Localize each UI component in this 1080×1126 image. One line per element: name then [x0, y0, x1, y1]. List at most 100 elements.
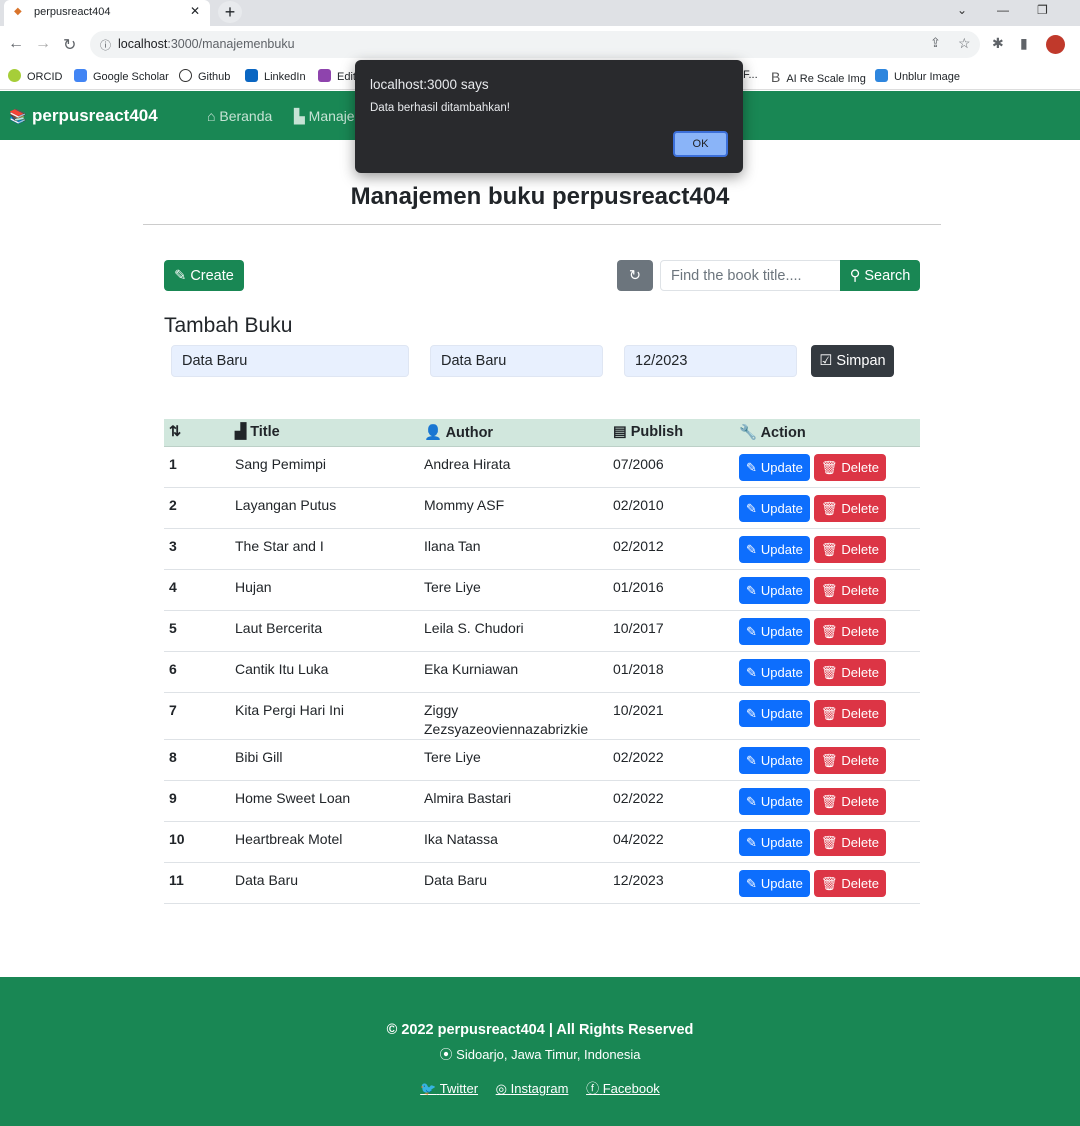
author-input[interactable]: [430, 345, 603, 377]
tab-favicon-icon: ◆: [14, 6, 22, 17]
table-row: 9 Home Sweet Loan Almira Bastari 02/2022 ✎ Up…: [164, 780, 920, 822]
search-input[interactable]: [660, 260, 841, 291]
star-icon[interactable]: ☆: [958, 35, 971, 52]
new-tab-button[interactable]: +: [218, 1, 242, 23]
header-author: 👤 Author: [419, 419, 608, 447]
save-button[interactable]: ☑ Simpan: [811, 345, 894, 377]
brand-logo-icon: 📚: [9, 108, 27, 124]
row-title: Layangan Putus: [230, 487, 419, 529]
reload-icon[interactable]: ↻: [63, 35, 76, 55]
bookmark-github[interactable]: Github: [179, 69, 230, 83]
row-number: 10: [164, 821, 230, 863]
instagram-icon: ◎: [495, 1081, 508, 1096]
browser-tab[interactable]: perpusreact404: [4, 0, 210, 26]
restore-icon[interactable]: ❐: [1037, 3, 1048, 17]
reset-button[interactable]: ↻: [617, 260, 653, 291]
update-button[interactable]: ✎ Update: [739, 617, 810, 645]
table-row: 5 Laut Bercerita Leila S. Chudori 10/2017 ✎ U…: [164, 610, 920, 652]
row-title: Laut Bercerita: [230, 610, 419, 652]
publish-input[interactable]: [624, 345, 797, 377]
update-button[interactable]: ✎ Update: [739, 576, 810, 604]
row-number: 1: [164, 446, 230, 488]
extensions-icon[interactable]: ✱: [992, 35, 1004, 52]
update-button[interactable]: ✎ Update: [739, 535, 810, 563]
trash-icon: 🗑: [820, 500, 838, 516]
back-icon[interactable]: ←: [8, 35, 24, 53]
delete-button[interactable]: 🗑 Delete: [813, 869, 886, 897]
delete-button[interactable]: 🗑 Delete: [813, 617, 886, 645]
facebook-link[interactable]: ⓕ Facebook: [586, 1081, 660, 1096]
share-icon[interactable]: ⇪: [930, 35, 941, 51]
delete-button[interactable]: 🗑 Delete: [813, 576, 886, 604]
delete-button[interactable]: 🗑 Delete: [813, 787, 886, 815]
update-button[interactable]: ✎ Update: [739, 787, 810, 815]
delete-button[interactable]: 🗑 Delete: [813, 494, 886, 522]
row-title: Cantik Itu Luka: [230, 651, 419, 693]
form-title: Tambah Buku: [164, 314, 293, 337]
instagram-link[interactable]: ◎ Instagram: [496, 1081, 569, 1096]
bookmark-unblur[interactable]: Unblur Image: [875, 69, 960, 83]
create-button[interactable]: ✎ Create: [164, 260, 244, 291]
edit-icon: ✎: [746, 875, 757, 891]
delete-button[interactable]: 🗑 Delete: [813, 699, 886, 727]
site-info-icon[interactable]: ⓘ: [100, 37, 111, 53]
table-row: 2 Layangan Putus Mommy ASF 02/2010 ✎ Update 🗑 D…: [164, 487, 920, 529]
page-title: Manajemen buku perpusreact404: [350, 183, 730, 210]
row-title: Bibi Gill: [230, 739, 419, 781]
sort-header[interactable]: ⇅: [164, 419, 230, 447]
url-host: localhost: [118, 37, 168, 51]
update-button[interactable]: ✎ Update: [739, 699, 810, 727]
row-author: Eka Kurniawan: [419, 651, 608, 693]
bookmark-linkedin[interactable]: LinkedIn: [245, 69, 306, 83]
row-author: Ilana Tan: [419, 528, 608, 570]
row-number: 8: [164, 739, 230, 781]
row-number: 4: [164, 569, 230, 611]
footer: © 2022 perpusreact404 | All Rights Reser…: [0, 977, 1080, 1126]
row-actions: ✎ Update 🗑 Delete: [734, 569, 920, 611]
row-actions: ✎ Update 🗑 Delete: [734, 651, 920, 693]
delete-button[interactable]: 🗑 Delete: [813, 828, 886, 856]
bookmark-ai-rescale[interactable]: B AI Re Scale Img: [771, 69, 866, 85]
row-actions: ✎ Update 🗑 Delete: [734, 446, 920, 488]
update-button[interactable]: ✎ Update: [739, 869, 810, 897]
row-publish: 01/2016: [608, 569, 734, 611]
table-row: 4 Hujan Tere Liye 01/2016 ✎ Update 🗑 Delete: [164, 569, 920, 611]
delete-button[interactable]: 🗑 Delete: [813, 658, 886, 686]
social-links: 🐦 Twitter ◎ Instagram ⓕ Facebook: [0, 1078, 1080, 1097]
forward-icon[interactable]: →: [35, 35, 51, 53]
brand[interactable]: perpusreact404: [32, 106, 158, 126]
row-actions: ✎ Update 🗑 Delete: [734, 780, 920, 822]
row-title: Sang Pemimpi: [230, 446, 419, 488]
divider: [143, 224, 941, 225]
title-input[interactable]: [171, 345, 409, 377]
row-title: Kita Pergi Hari Ini: [230, 692, 419, 740]
dialog-title: localhost:3000 says: [370, 77, 489, 92]
bookmark-orcid[interactable]: ORCID: [8, 69, 62, 83]
search-button[interactable]: ⚲ Search: [840, 260, 920, 291]
twitter-link[interactable]: 🐦 Twitter: [420, 1081, 478, 1096]
row-publish: 02/2022: [608, 739, 734, 781]
nav-beranda[interactable]: ⌂ Beranda: [207, 108, 272, 124]
delete-button[interactable]: 🗑 Delete: [813, 535, 886, 563]
bookmark-edit[interactable]: Edit: [318, 69, 356, 83]
update-button[interactable]: ✎ Update: [739, 658, 810, 686]
ok-button[interactable]: OK: [673, 131, 728, 157]
update-button[interactable]: ✎ Update: [739, 746, 810, 774]
tab-search-icon[interactable]: ⌄: [957, 3, 967, 17]
side-panel-icon[interactable]: ▮: [1020, 35, 1028, 52]
profile-avatar[interactable]: [1046, 35, 1065, 54]
update-button[interactable]: ✎ Update: [739, 828, 810, 856]
row-author: Data Baru: [419, 862, 608, 904]
minimize-icon[interactable]: —: [997, 3, 1009, 17]
address-bar[interactable]: localhost:3000/manajemenbuku: [90, 31, 980, 58]
delete-button[interactable]: 🗑 Delete: [813, 453, 886, 481]
update-button[interactable]: ✎ Update: [739, 453, 810, 481]
update-button[interactable]: ✎ Update: [739, 494, 810, 522]
row-publish: 10/2017: [608, 610, 734, 652]
trash-icon: 🗑: [820, 541, 838, 557]
bookmark-f[interactable]: F...: [743, 69, 758, 81]
bookmark-google-scholar[interactable]: Google Scholar: [74, 69, 169, 83]
row-actions: ✎ Update 🗑 Delete: [734, 487, 920, 529]
delete-button[interactable]: 🗑 Delete: [813, 746, 886, 774]
tab-close-icon[interactable]: ✕: [190, 4, 200, 18]
